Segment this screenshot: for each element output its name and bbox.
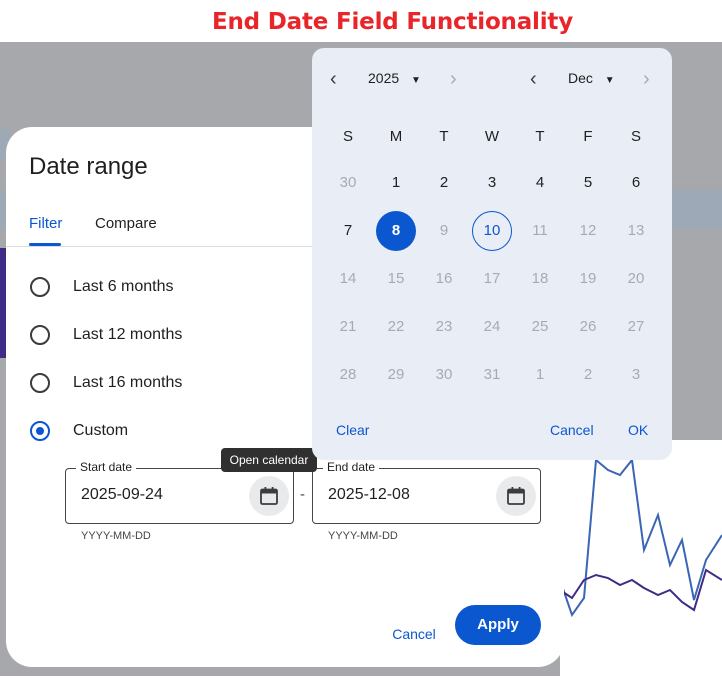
calendar-day: 24 <box>483 318 501 335</box>
option-last-6-months[interactable]: Last 6 months <box>30 275 174 299</box>
date-separator: - <box>300 486 305 503</box>
option-custom[interactable]: Custom <box>30 419 128 443</box>
tab-filter[interactable]: Filter <box>29 215 62 232</box>
calendar-day: 30 <box>435 366 453 383</box>
calendar-day[interactable]: 2 <box>424 163 464 203</box>
calendar-day[interactable]: 3 <box>472 163 512 203</box>
chart-lines <box>559 457 722 618</box>
option-label: Last 16 months <box>73 374 183 391</box>
end-date-value[interactable]: 2025-12-08 <box>328 486 410 504</box>
calendar-day: 9 <box>439 222 449 239</box>
dropdown-arrow-icon: ▼ <box>411 75 421 86</box>
calendar-icon <box>260 487 278 505</box>
radio-button[interactable] <box>30 373 50 393</box>
start-date-field[interactable]: Start date 2025-09-24 <box>65 460 294 524</box>
calendar-day: 21 <box>339 318 357 335</box>
prev-month-chevron-icon[interactable]: ‹ <box>530 68 537 90</box>
calendar-ok-button[interactable]: OK <box>628 422 648 438</box>
start-date-calendar-button[interactable] <box>249 476 289 516</box>
weekday-label: M <box>389 128 403 145</box>
today-day[interactable]: 10 <box>472 211 512 251</box>
open-calendar-tooltip: Open calendar <box>221 448 317 472</box>
dialog-title: Date range <box>29 153 148 180</box>
month-select[interactable]: Dec ▼ <box>568 70 615 90</box>
start-date-value[interactable]: 2025-09-24 <box>81 486 163 504</box>
weekday-label: S <box>342 128 353 145</box>
calendar-day: 27 <box>627 318 645 335</box>
calendar-day[interactable]: 4 <box>520 163 560 203</box>
start-date-label: Start date <box>76 460 137 474</box>
weekday-label: T <box>535 128 545 145</box>
prev-year-chevron-icon[interactable]: ‹ <box>330 68 337 90</box>
next-month-chevron-icon[interactable]: › <box>643 68 650 90</box>
radio-button-selected[interactable] <box>30 421 50 441</box>
calendar-clear-button[interactable]: Clear <box>336 422 369 438</box>
end-date-label: End date <box>323 460 380 474</box>
calendar-icon <box>507 487 525 505</box>
calendar-day: 13 <box>627 222 645 239</box>
calendar-day: 20 <box>627 270 645 287</box>
calendar-day: 31 <box>483 366 501 383</box>
radio-button[interactable] <box>30 325 50 345</box>
calendar-day: 15 <box>387 270 405 287</box>
dropdown-arrow-icon: ▼ <box>604 75 615 86</box>
end-date-calendar-button[interactable] <box>496 476 536 516</box>
radio-button[interactable] <box>30 277 50 297</box>
year-select[interactable]: 2025 ▼ <box>368 70 421 90</box>
calendar-popup: ‹ 2025 ▼ › ‹ Dec ▼ › SMTWTFS 30 1 2 3 4 5 6 7 8 9… <box>312 48 672 460</box>
start-date-hint: YYYY-MM-DD <box>81 530 151 542</box>
calendar-day: 16 <box>435 270 453 287</box>
calendar-day[interactable]: 1 <box>376 163 416 203</box>
option-label: Last 12 months <box>73 326 183 343</box>
calendar-day: 30 <box>339 174 357 191</box>
calendar-day: 12 <box>579 222 597 239</box>
calendar-cancel-button[interactable]: Cancel <box>550 422 594 438</box>
cancel-button[interactable]: Cancel <box>386 616 442 652</box>
calendar-day: 3 <box>631 366 641 383</box>
calendar-day: 22 <box>387 318 405 335</box>
end-date-field[interactable]: End date 2025-12-08 <box>312 460 541 524</box>
option-last-12-months[interactable]: Last 12 months <box>30 323 182 347</box>
calendar-day: 23 <box>435 318 453 335</box>
next-year-chevron-icon[interactable]: › <box>450 68 457 90</box>
year-value: 2025 <box>368 70 400 86</box>
calendar-day: 29 <box>387 366 405 383</box>
tab-compare[interactable]: Compare <box>95 215 157 232</box>
apply-button[interactable]: Apply <box>455 605 541 645</box>
calendar-day: 2 <box>583 366 593 383</box>
calendar-day: 25 <box>531 318 549 335</box>
background-line-chart <box>559 440 722 676</box>
calendar-day[interactable]: 6 <box>616 163 656 203</box>
calendar-day: 17 <box>483 270 501 287</box>
calendar-day: 18 <box>531 270 549 287</box>
selected-day[interactable]: 8 <box>376 211 416 251</box>
calendar-day: 1 <box>535 366 545 383</box>
page-caption: End Date Field Functionality <box>212 9 573 35</box>
chart-series-blue <box>559 457 722 618</box>
month-value: Dec <box>568 70 593 86</box>
calendar-day[interactable]: 5 <box>568 163 608 203</box>
weekday-label: W <box>484 128 500 145</box>
end-date-hint: YYYY-MM-DD <box>328 530 398 542</box>
calendar-day: 14 <box>339 270 357 287</box>
option-label: Custom <box>73 422 129 439</box>
calendar-day: 26 <box>579 318 597 335</box>
calendar-day[interactable]: 7 <box>328 211 368 251</box>
calendar-day: 11 <box>532 222 548 239</box>
calendar-day: 28 <box>339 366 357 383</box>
calendar-day: 19 <box>579 270 597 287</box>
option-label: Last 6 months <box>73 278 174 295</box>
weekday-label: F <box>583 128 593 145</box>
weekday-label: T <box>439 128 449 145</box>
option-last-16-months[interactable]: Last 16 months <box>30 371 182 395</box>
weekday-label: S <box>630 128 641 145</box>
